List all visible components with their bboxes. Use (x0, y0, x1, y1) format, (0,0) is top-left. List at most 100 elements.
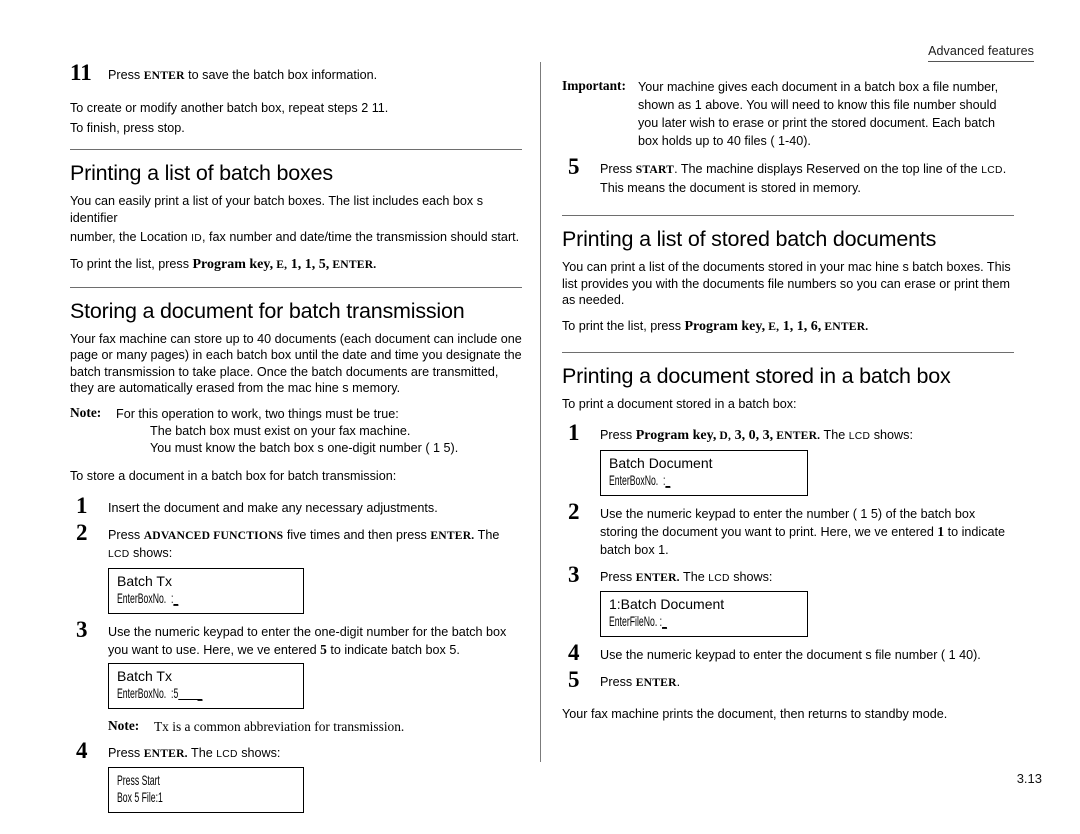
lcd-line-2-text: EnterFileNo. : (609, 613, 663, 630)
step-number: 1 (568, 420, 580, 446)
lcd-display-press-start: Press Start Box 5 File:1 (108, 766, 304, 813)
note-block: Note: For this operation to work, two th… (70, 405, 522, 456)
lcd-line-2-text: EnterBoxNo. : (117, 589, 174, 606)
heading-printing-list-stored-docs: Printing a list of stored batch document… (562, 227, 937, 252)
step-number: 2 (76, 519, 88, 545)
section-rule (70, 149, 522, 151)
note-intro: For this operation to work, two things m… (116, 407, 399, 422)
section-rule-2 (70, 286, 522, 288)
lcd-wrap-2: 1:Batch Document EnterFileNo. :_ (562, 591, 1014, 638)
abbrev-id: ID (191, 233, 203, 245)
step-text-c: . (1002, 162, 1007, 176)
step-number: 5 (568, 667, 580, 693)
step-2: 2 Press ADVANCED FUNCTIONS five times an… (70, 521, 522, 564)
page-number: 3.13 (1016, 771, 1042, 786)
key-e: E, (765, 319, 780, 333)
step-text: Press ENTER. The LCD shows: (600, 570, 772, 584)
step-number: 5 (568, 154, 580, 179)
key-sequence: Program key, E, 1, 1, 5, ENTER. (193, 257, 377, 272)
document-page: Advanced features 11 Press ENTER to save… (0, 0, 1080, 834)
abbrev-lcd: LCD (981, 165, 1003, 176)
note-label: Note: (70, 405, 102, 421)
lcd-line-1: Batch Tx (117, 667, 172, 684)
heading-storing-document: Storing a document for batch transmissio… (70, 298, 465, 323)
note-text: For this operation to work, two things m… (116, 407, 522, 456)
step-text-b: five times and then press (283, 527, 431, 542)
lcd-line-2: EnterBoxNo. :5 _ (117, 685, 295, 702)
step-text-before: Press (108, 68, 144, 82)
important-text: Your machine gives each document in a ba… (638, 80, 999, 148)
step-1: 1 Insert the document and make any neces… (70, 494, 522, 517)
step-number: 4 (568, 640, 580, 666)
lcd-cursor: _ (665, 471, 671, 488)
heading-printing-list-batch-boxes: Printing a list of batch boxes (70, 161, 333, 186)
step-1: 1 Press Program key, D, 3, 0, 3, ENTER. … (562, 421, 1014, 445)
section1-print-instruction: To print the list, press Program key, E,… (70, 256, 522, 273)
section1-body-line2a: number, the Location (70, 230, 192, 245)
repeat-instruction-line1: To create or modify another batch box, r… (70, 101, 389, 116)
step-text-b: The (820, 428, 849, 443)
lcd-line-1: Batch Tx (117, 572, 172, 589)
abbrev-lcd: LCD (708, 572, 730, 584)
key-enter: ENTER (143, 69, 185, 82)
step-text-c: shows: (870, 428, 913, 443)
lcd-cursor: _ (173, 589, 179, 606)
lcd-cursor: _ (662, 613, 667, 630)
important-label: Important: (562, 78, 626, 93)
key-enter: ENTER. (821, 319, 869, 333)
step-text-after: to save the batch box information. (184, 68, 378, 82)
lcd-line-2: EnterBoxNo. :_ (609, 472, 799, 489)
step-text-b: to indicate batch box 5. (326, 642, 460, 657)
key-advanced-functions: ADVANCED FUNCTIONS (143, 528, 284, 542)
section2-lead-in: To store a document in a batch box for b… (70, 469, 397, 484)
lcd-line-2-text: EnterBoxNo. : (609, 471, 666, 488)
step-text: Press ENTER. (600, 675, 680, 689)
abbrev-lcd: LCD (216, 748, 238, 760)
key-enter: ENTER (635, 676, 677, 690)
key-sequence: Program key, E, 1, 1, 6, ENTER. (685, 319, 869, 334)
step-number: 1 (76, 492, 88, 518)
right-column: Important: Your machine gives each docum… (562, 66, 1014, 731)
step-2: 2 Use the numeric keypad to enter the nu… (562, 500, 1014, 559)
key-sequence: Program key, D, 3, 0, 3, ENTER. (636, 428, 821, 443)
important-block: Important: Your machine gives each docum… (562, 78, 1014, 150)
key-program: Program key, (684, 318, 766, 334)
key-enter: ENTER. (773, 429, 821, 443)
step-3: 3 Press ENTER. The LCD shows: (562, 563, 1014, 587)
key-digits: 1, 1, 6, (779, 318, 822, 334)
step-text: Press ADVANCED FUNCTIONS five times and … (108, 528, 499, 560)
lcd-display-batch-tx-empty: Batch Tx EnterBoxNo. :_ (108, 567, 304, 614)
right-section2-lead-in: To print a document stored in a batch bo… (562, 397, 797, 412)
lcd-wrap-2: Batch Tx EnterBoxNo. :5 _ (70, 662, 522, 709)
key-enter: ENTER. (635, 570, 680, 584)
note-text: Tx is a common abbreviation for transmis… (154, 718, 405, 734)
key-d: D, (716, 429, 732, 443)
print-prefix: To print the list, press (70, 257, 193, 272)
key-digits: 1, 1, 5, (287, 257, 330, 273)
key-program: Program key, (192, 257, 274, 273)
key-e: E, (273, 258, 288, 272)
note-label: Note: (108, 717, 140, 733)
lcd-display-batch-document-file: 1:Batch Document EnterFileNo. :_ (600, 591, 808, 638)
step-number: 11 (70, 60, 92, 85)
step-text-a: Press (600, 675, 636, 690)
right-section1-print-instruction: To print the list, press Program key, E,… (562, 318, 1014, 335)
running-head: Advanced features (928, 44, 1034, 62)
step-text: Use the numeric keypad to enter the numb… (600, 507, 1005, 557)
key-enter: ENTER. (143, 746, 188, 760)
section1-body-line2b: , fax number and date/time the transmiss… (202, 230, 520, 245)
key-start: START (635, 163, 675, 176)
abbrev-lcd: LCD (848, 431, 871, 443)
key-digits: 3, 0, 3, (731, 428, 774, 444)
step-text-line2: This means the document is stored in mem… (600, 181, 861, 196)
step-number: 2 (568, 498, 580, 524)
step-text-c: The (474, 527, 500, 542)
print-prefix: To print the list, press (562, 318, 685, 333)
step-text: Press ENTER to save the batch box inform… (108, 68, 377, 82)
step-5: 5 Press START. The machine displays Rese… (562, 155, 1014, 197)
note-item-2: You must know the batch box s one-digit … (150, 440, 459, 455)
left-column: 11 Press ENTER to save the batch box inf… (70, 61, 522, 822)
step-text-a: Press (108, 527, 144, 542)
lcd-line-1: Batch Document (609, 454, 713, 471)
step-text-b: . (676, 675, 681, 690)
